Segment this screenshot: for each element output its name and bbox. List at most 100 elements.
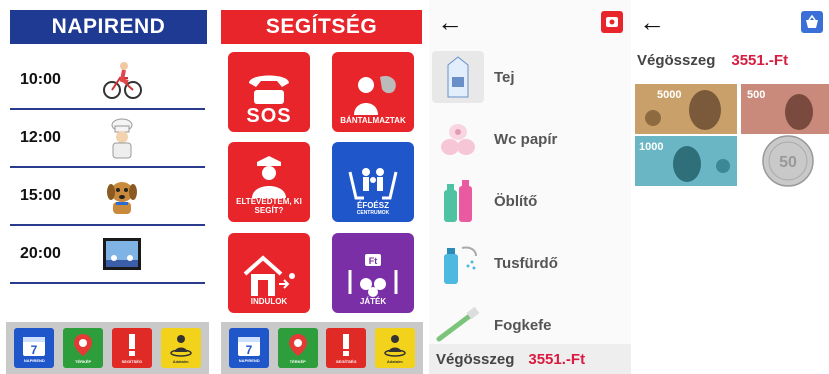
map-pin-icon xyxy=(74,334,93,356)
nav-calendar-button[interactable]: 7 NAPIREND xyxy=(14,328,55,368)
card-label: BÁNTALMAZTAK xyxy=(340,116,406,126)
back-arrow-icon[interactable]: ← xyxy=(639,9,665,35)
schedule-row[interactable]: 10:00 xyxy=(10,52,205,110)
wallet-button[interactable] xyxy=(601,11,623,33)
schedule-title: NAPIREND xyxy=(10,10,207,44)
nav-label: NAPIREND xyxy=(23,358,45,363)
coins-icon: Ft xyxy=(348,254,398,298)
bottom-nav: 7 NAPIREND TÉRKÉP SEGÍTSÉG Adataim xyxy=(6,322,209,374)
coin-50[interactable]: 50 xyxy=(761,134,815,188)
nav-map-button[interactable]: TÉRKÉP xyxy=(63,328,104,368)
portrait-icon: 500 xyxy=(741,84,829,134)
chef-icon xyxy=(111,118,133,159)
nav-profile-button[interactable]: Adataim xyxy=(374,328,415,368)
schedule-time: 15:00 xyxy=(20,187,61,204)
nav-label: Adataim xyxy=(172,359,189,364)
nav-help-button[interactable]: SEGÍTSÉG xyxy=(111,328,152,368)
item-name: Wc papír xyxy=(494,130,558,148)
tv-icon xyxy=(103,238,141,270)
toilet-paper-icon xyxy=(432,113,484,165)
total-label: Végösszeg xyxy=(436,350,515,368)
police-icon xyxy=(252,156,286,199)
item-name: Öblítő xyxy=(494,192,538,210)
person-icon xyxy=(384,335,406,357)
calendar-icon: 7 xyxy=(23,337,46,357)
family-icon xyxy=(348,167,398,200)
card-label: ELTÉVEDTEM, KI SEGÍT? xyxy=(236,197,302,216)
map-pin-icon xyxy=(288,334,307,356)
schedule-row[interactable]: 15:00 xyxy=(10,168,205,226)
crying-person-icon xyxy=(354,76,396,116)
item-name: Tej xyxy=(494,68,515,86)
card-label: JÁTÉK xyxy=(359,297,387,307)
nav-label: NAPIREND xyxy=(238,358,260,363)
item-name: Tusfürdő xyxy=(494,254,558,272)
nav-profile-button[interactable]: Adataim xyxy=(160,328,201,368)
card-label: INDULOK xyxy=(250,297,288,307)
schedule-row[interactable]: 20:00 xyxy=(10,226,205,284)
back-arrow-icon[interactable]: ← xyxy=(437,9,463,35)
schedule-time: 10:00 xyxy=(20,71,61,88)
abused-button[interactable]: BÁNTALMAZTAK xyxy=(332,52,414,132)
schedule-time: 12:00 xyxy=(20,129,61,146)
calendar-number: 7 xyxy=(246,343,253,357)
note-value: 500 xyxy=(747,89,765,101)
game-button[interactable]: Ft JÁTÉK xyxy=(332,233,414,313)
list-item[interactable]: Tusfürdő xyxy=(429,232,631,294)
list-item[interactable]: Öblítő xyxy=(429,170,631,232)
softener-icon xyxy=(432,175,484,227)
calendar-number: 7 xyxy=(31,343,38,357)
basket-icon xyxy=(806,14,818,28)
note-value: 1000 xyxy=(639,141,663,153)
bottom-nav: 7 NAPIREND TÉRKÉP SEGÍTSÉG Adataim xyxy=(221,322,423,374)
banknote-5000[interactable]: 5000 xyxy=(635,84,737,134)
phone-icon xyxy=(249,75,289,104)
nav-map-button[interactable]: TÉRKÉP xyxy=(277,328,318,368)
coin-value: 50 xyxy=(779,154,797,171)
item-name: Fogkefe xyxy=(494,316,552,334)
house-exit-icon xyxy=(243,255,295,297)
money-topbar: ← xyxy=(631,0,829,44)
nav-label: SEGÍTSÉG xyxy=(121,359,143,364)
schedule-row[interactable]: 12:00 xyxy=(10,110,205,168)
nav-label: TÉRKÉP xyxy=(75,359,92,364)
sos-label: SOS xyxy=(246,105,292,127)
portrait-icon: 5000 xyxy=(635,84,737,134)
shopping-panel: ← Tej Wc papír Öblítő Tusfürdő Fogkefe V… xyxy=(429,0,631,374)
banknote-500[interactable]: 500 xyxy=(741,84,829,134)
shopping-topbar: ← xyxy=(429,0,631,44)
list-item[interactable]: Wc papír xyxy=(429,108,631,170)
total-value: 3551.-Ft xyxy=(731,52,789,69)
nav-help-button[interactable]: SEGÍTSÉG xyxy=(326,328,367,368)
money-panel: ← Végösszeg 3551.-Ft 5000 500 1000 50 xyxy=(631,0,829,374)
nav-label: TÉRKÉP xyxy=(289,359,306,364)
note-value: 5000 xyxy=(657,89,681,101)
shopping-total-bar: Végösszeg 3551.-Ft xyxy=(429,344,631,374)
efoesz-button[interactable]: ÉFOÉSZ CENTRUMOK xyxy=(332,142,414,222)
basket-button[interactable] xyxy=(801,11,823,33)
nav-label: SEGÍTSÉG xyxy=(336,359,357,364)
currency-badge: Ft xyxy=(369,256,378,266)
total-label: Végösszeg xyxy=(637,52,716,69)
total-value: 3551.-Ft xyxy=(528,350,586,368)
exclamation-icon xyxy=(343,334,350,356)
wallet-icon xyxy=(606,17,618,27)
list-item[interactable]: Tej xyxy=(429,46,631,108)
leaving-button[interactable]: INDULOK xyxy=(228,233,310,313)
lost-button[interactable]: ELTÉVEDTEM, KI SEGÍT? xyxy=(228,142,310,222)
milk-icon xyxy=(432,51,484,103)
exclamation-icon xyxy=(128,334,135,356)
dog-icon xyxy=(107,182,137,214)
portrait-icon: 1000 xyxy=(635,136,737,186)
calendar-icon: 7 xyxy=(238,337,261,357)
card-sublabel: CENTRUMOK xyxy=(356,209,390,216)
nav-label: Adataim xyxy=(386,359,403,364)
person-icon xyxy=(169,335,192,357)
banknote-1000[interactable]: 1000 xyxy=(635,136,737,186)
money-total: Végösszeg 3551.-Ft xyxy=(637,52,788,69)
schedule-panel: NAPIREND 10:00 12:00 15:00 20:00 7 NAPIR… xyxy=(0,0,215,374)
sos-button[interactable]: SOS xyxy=(228,52,310,132)
nav-calendar-button[interactable]: 7 NAPIREND xyxy=(229,328,270,368)
help-panel: SEGÍTSÉG SOS BÁNTALMAZTAK ELTÉVEDTEM, KI… xyxy=(215,0,429,374)
schedule-time: 20:00 xyxy=(20,245,61,262)
